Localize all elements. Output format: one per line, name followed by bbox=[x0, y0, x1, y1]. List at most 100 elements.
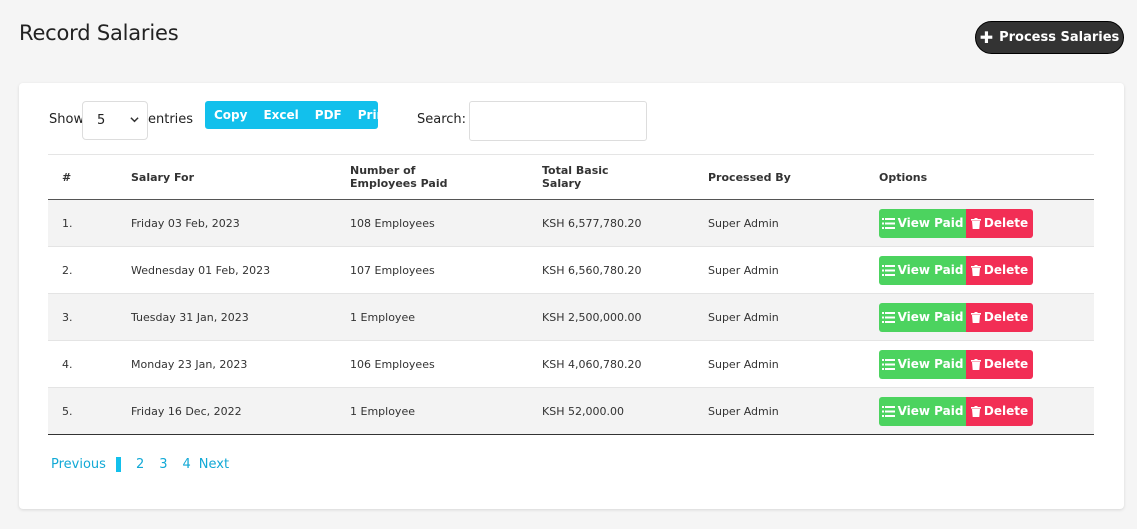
table-row: 1. Friday 03 Feb, 2023 108 Employees KSH 6,… bbox=[48, 199, 1094, 247]
trash-icon bbox=[970, 405, 981, 417]
options-group: View Paid Delete bbox=[879, 396, 1094, 426]
view-paid-button[interactable]: View Paid bbox=[879, 255, 966, 285]
cell-salary-for: Monday 23 Jan, 2023 bbox=[131, 357, 248, 371]
cell-num: 4. bbox=[62, 357, 73, 371]
cell-processed-by: Super Admin bbox=[708, 263, 779, 277]
cell-employees: 1 Employee bbox=[350, 404, 415, 418]
cell-total: KSH 2,500,000.00 bbox=[542, 310, 642, 324]
page-title: Record Salaries bbox=[19, 21, 179, 45]
col-header-num[interactable]: # bbox=[48, 155, 117, 200]
print-button[interactable]: Print bbox=[358, 108, 391, 122]
cell-employees: 107 Employees bbox=[350, 263, 435, 277]
delete-label: Delete bbox=[983, 263, 1029, 277]
delete-label: Delete bbox=[983, 404, 1029, 418]
table-row: 3. Tuesday 31 Jan, 2023 1 Employee KSH 2,50… bbox=[48, 293, 1094, 341]
options-group: View Paid Delete bbox=[879, 208, 1094, 238]
entries-value: 5 bbox=[97, 113, 106, 128]
cell-options: View Paid Delete bbox=[865, 341, 1094, 388]
cell-options: View Paid Delete bbox=[865, 200, 1094, 247]
cell-total: KSH 6,560,780.20 bbox=[542, 263, 642, 277]
trash-icon bbox=[970, 217, 981, 229]
cell-salary-for: Tuesday 31 Jan, 2023 bbox=[131, 310, 249, 324]
search-label: Search: bbox=[417, 112, 467, 127]
table-row: 2. Wednesday 01 Feb, 2023 107 Employees KSH… bbox=[48, 247, 1094, 294]
process-salaries-label: Process Salaries bbox=[999, 30, 1120, 45]
view-paid-label: View Paid bbox=[897, 216, 964, 230]
list-icon bbox=[881, 405, 895, 417]
pdf-button[interactable]: PDF bbox=[315, 108, 342, 122]
list-icon bbox=[881, 264, 895, 276]
salaries-table: # Salary For Number of Employees Paid To… bbox=[48, 154, 1094, 435]
table-row: 5. Friday 16 Dec, 2022 1 Employee KSH 52,00… bbox=[48, 387, 1094, 435]
col-header-employees-paid-l2: Employees Paid bbox=[350, 177, 448, 190]
cell-salary-for: Wednesday 01 Feb, 2023 bbox=[131, 263, 271, 277]
cell-employees: 1 Employee bbox=[350, 310, 415, 324]
view-paid-button[interactable]: View Paid bbox=[879, 349, 966, 379]
cell-num: 3. bbox=[62, 310, 73, 324]
delete-button[interactable]: Delete bbox=[966, 349, 1033, 379]
delete-button[interactable]: Delete bbox=[966, 208, 1033, 238]
pagination-current-page[interactable] bbox=[115, 457, 121, 472]
cell-num: 5. bbox=[62, 404, 73, 418]
view-paid-label: View Paid bbox=[897, 263, 964, 277]
cell-total: KSH 6,577,780.20 bbox=[542, 216, 642, 230]
col-header-salary-for[interactable]: Salary For bbox=[117, 155, 336, 200]
view-paid-button[interactable]: View Paid bbox=[879, 208, 966, 238]
export-button-group: Copy Excel PDF Print bbox=[205, 101, 391, 129]
pagination-page-2[interactable]: 2 bbox=[136, 457, 144, 472]
entries-label: entries bbox=[148, 112, 194, 127]
delete-label: Delete bbox=[983, 310, 1029, 324]
excel-button[interactable]: Excel bbox=[263, 108, 298, 122]
cell-salary-for: Friday 03 Feb, 2023 bbox=[131, 216, 240, 230]
pagination-next[interactable]: Next bbox=[199, 457, 229, 472]
table-header-row: # Salary For Number of Employees Paid To… bbox=[48, 154, 1094, 200]
salaries-card: Show 5 entries Copy Excel PDF Print Sear… bbox=[19, 83, 1124, 509]
view-paid-label: View Paid bbox=[897, 404, 964, 418]
delete-button[interactable]: Delete bbox=[966, 396, 1033, 426]
cell-options: View Paid Delete bbox=[865, 388, 1094, 435]
delete-label: Delete bbox=[983, 357, 1029, 371]
pagination-page-4[interactable]: 4 bbox=[183, 457, 191, 472]
col-header-total-basic-l2: Salary bbox=[542, 177, 582, 190]
process-salaries-button[interactable]: ✚ Process Salaries bbox=[975, 21, 1124, 54]
cell-total: KSH 52,000.00 bbox=[542, 404, 624, 418]
delete-button[interactable]: Delete bbox=[966, 255, 1033, 285]
pagination-previous[interactable]: Previous bbox=[51, 457, 106, 472]
cell-processed-by: Super Admin bbox=[708, 216, 779, 230]
options-group: View Paid Delete bbox=[879, 302, 1094, 332]
list-icon bbox=[881, 358, 895, 370]
cell-options: View Paid Delete bbox=[865, 294, 1094, 341]
cell-processed-by: Super Admin bbox=[708, 404, 779, 418]
options-group: View Paid Delete bbox=[879, 255, 1094, 285]
cell-options: View Paid Delete bbox=[865, 247, 1094, 294]
col-header-processed-by[interactable]: Processed By bbox=[694, 155, 865, 200]
view-paid-label: View Paid bbox=[897, 310, 964, 324]
list-icon bbox=[881, 217, 895, 229]
search-input[interactable] bbox=[469, 101, 647, 141]
delete-label: Delete bbox=[983, 216, 1029, 230]
cell-salary-for: Friday 16 Dec, 2022 bbox=[131, 404, 242, 418]
show-label: Show bbox=[49, 112, 85, 127]
cell-employees: 108 Employees bbox=[350, 216, 435, 230]
cell-employees: 106 Employees bbox=[350, 357, 435, 371]
cell-num: 2. bbox=[62, 263, 73, 277]
view-paid-button[interactable]: View Paid bbox=[879, 396, 966, 426]
view-paid-label: View Paid bbox=[897, 357, 964, 371]
view-paid-button[interactable]: View Paid bbox=[879, 302, 966, 332]
chevron-down-icon bbox=[130, 117, 139, 123]
options-group: View Paid Delete bbox=[879, 349, 1094, 379]
trash-icon bbox=[970, 358, 981, 370]
trash-icon bbox=[970, 311, 981, 323]
cell-total: KSH 4,060,780.20 bbox=[542, 357, 642, 371]
copy-button[interactable]: Copy bbox=[214, 108, 247, 122]
entries-select[interactable]: 5 bbox=[82, 101, 148, 140]
cell-processed-by: Super Admin bbox=[708, 310, 779, 324]
pagination-page-3[interactable]: 3 bbox=[159, 457, 167, 472]
col-header-options: Options bbox=[879, 170, 928, 184]
cell-num: 1. bbox=[62, 216, 73, 230]
pagination: Previous 2 3 4 Next bbox=[51, 457, 229, 472]
col-header-total-basic[interactable]: Total Basic Salary bbox=[528, 155, 694, 200]
col-header-employees-paid-l1: Number of bbox=[350, 164, 416, 177]
delete-button[interactable]: Delete bbox=[966, 302, 1033, 332]
col-header-employees-paid[interactable]: Number of Employees Paid bbox=[336, 155, 528, 200]
